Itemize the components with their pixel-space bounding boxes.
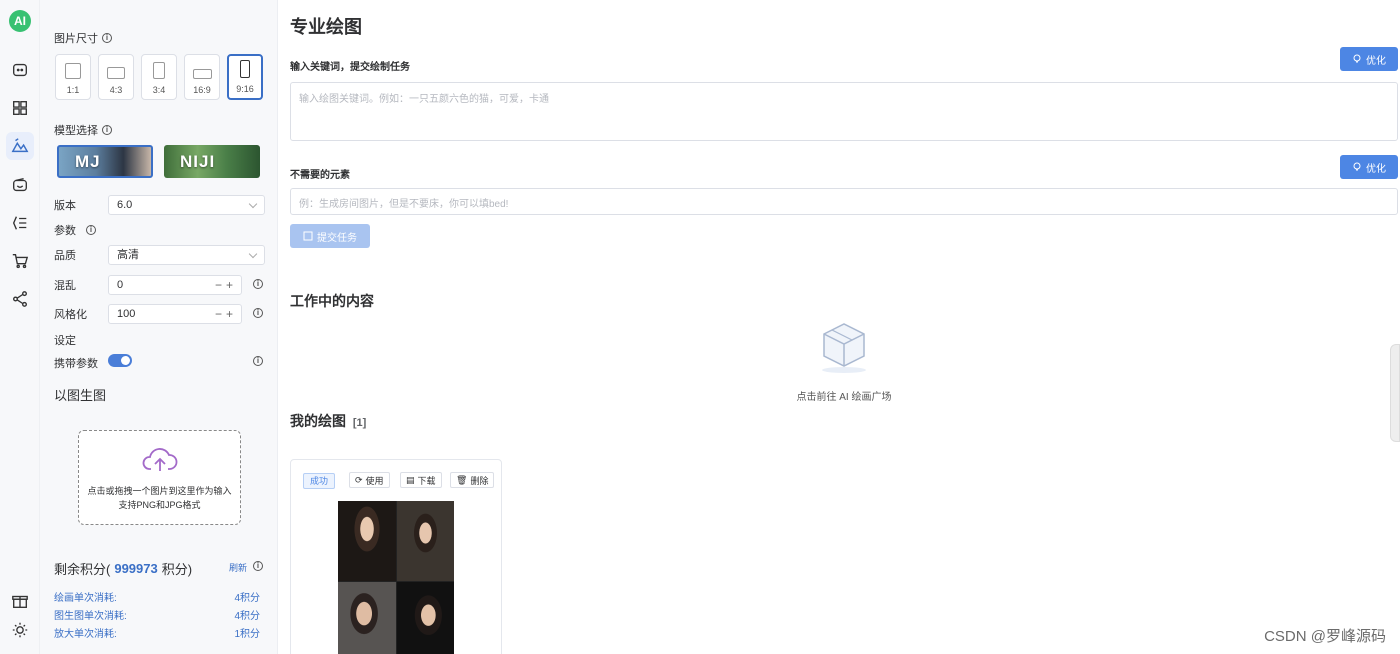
settings-panel: 图片尺寸 i 1:1 4:3 3:4 16:9 9:16 模型选择 i MJ NIJ… [40, 0, 278, 654]
cart-icon[interactable] [6, 247, 34, 275]
stepper-icon: −+ [214, 278, 237, 292]
params-label: 参数 i [54, 222, 96, 238]
drawing-icon[interactable] [6, 132, 34, 160]
quality-select[interactable]: 高清 [108, 245, 265, 265]
stepper-icon: −+ [214, 307, 237, 321]
trash-icon: 🗑 [456, 474, 468, 485]
image-size-label: 图片尺寸 i [54, 30, 112, 46]
portrait-image [396, 501, 454, 581]
info-icon[interactable]: i [253, 561, 263, 571]
info-icon[interactable]: i [253, 279, 263, 289]
ratio-shape-icon [107, 67, 125, 79]
carry-params-label: 携带参数 [54, 358, 98, 370]
my-drawings-count: [1] [352, 417, 367, 429]
img2img-title: 以图生图 [54, 388, 107, 403]
portrait-image [338, 581, 396, 654]
info-icon[interactable]: i [102, 33, 112, 43]
portrait-image [396, 581, 454, 654]
lightbulb-icon [1353, 162, 1361, 171]
ratio-shape-icon [192, 69, 212, 79]
floating-side-widget[interactable] [1390, 344, 1400, 442]
chaos-row: 混乱 0 −+ [54, 275, 265, 295]
submit-icon [303, 231, 313, 241]
main-content: 专业绘图 输入关键词，提交绘制任务 优化 输入绘图关键词。例如：一只五颜六色的猫… [278, 0, 1400, 654]
refresh-link[interactable]: 刷新 [229, 561, 247, 574]
version-row: 版本 6.0 [54, 195, 265, 215]
lightbulb-icon [1353, 54, 1361, 63]
chevron-down-icon [248, 249, 258, 259]
cost-row: 图生图单次消耗: 4积分 [54, 611, 260, 622]
app-logo[interactable]: AI [9, 10, 31, 32]
portrait-image [338, 501, 396, 581]
prompt-label: 输入关键词，提交绘制任务 [290, 62, 410, 73]
delete-button[interactable]: 🗑 删除 [450, 472, 495, 488]
cost-row: 绘画单次消耗: 4积分 [54, 593, 260, 604]
cloud-upload-icon [142, 448, 177, 471]
info-icon[interactable]: i [253, 356, 263, 366]
prompt-input[interactable]: 输入绘图关键词。例如：一只五颜六色的猫，可爱，卡通 [290, 82, 1398, 141]
use-button[interactable]: ⟳ 使用 [349, 472, 390, 488]
watermark: CSDN @罗峰源码 [1264, 628, 1386, 645]
ratio-16-9[interactable]: 16:9 [184, 54, 220, 100]
generated-image-thumbnail[interactable] [338, 501, 454, 654]
carry-params-toggle[interactable] [108, 354, 132, 367]
chat-icon[interactable] [6, 56, 34, 84]
config-label: 设定 [54, 335, 76, 347]
ratio-shape-icon [240, 60, 250, 78]
remaining-points: 剩余积分(999973 积分) [54, 561, 193, 577]
share-icon[interactable] [6, 285, 34, 313]
status-badge: 成功 [303, 473, 336, 489]
wallet-icon[interactable] [6, 171, 34, 199]
theme-sun-icon[interactable] [6, 616, 34, 644]
model-select-label: 模型选择 i [54, 122, 112, 138]
cost-row: 放大单次消耗: 1积分 [54, 629, 260, 640]
my-drawings-title: 我的绘图 [1] [290, 413, 367, 429]
model-mj-card[interactable]: MJ [57, 145, 153, 178]
working-section-title: 工作中的内容 [290, 293, 374, 309]
stylize-row: 风格化 100 −+ [54, 304, 265, 324]
apps-grid-icon[interactable] [6, 94, 34, 122]
file-icon: ▤ [406, 474, 415, 485]
submit-task-button[interactable]: 提交任务 [290, 224, 370, 248]
optimize-negative-button[interactable]: 优化 [1340, 155, 1398, 179]
quality-row: 品质 高清 [54, 245, 265, 265]
download-button[interactable]: ▤ 下载 [400, 472, 442, 488]
optimize-prompt-button[interactable]: 优化 [1340, 47, 1398, 71]
chevron-down-icon [248, 199, 258, 209]
upload-hint-line2: 支持PNG和JPG格式 [118, 500, 201, 510]
ratio-shape-icon [65, 63, 81, 79]
list-tree-icon[interactable] [6, 209, 34, 237]
negative-label: 不需要的元素 [290, 170, 350, 181]
points-value: 999973 [114, 561, 158, 576]
page-title: 专业绘图 [290, 17, 362, 37]
upload-hint-line1: 点击或拖拽一个图片到这里作为输入 [87, 486, 232, 496]
image-upload-dropzone[interactable]: 点击或拖拽一个图片到这里作为输入 支持PNG和JPG格式 [78, 430, 241, 525]
ratio-1-1[interactable]: 1:1 [55, 54, 91, 100]
gift-icon[interactable] [6, 587, 34, 615]
ratio-4-3[interactable]: 4:3 [98, 54, 134, 100]
info-icon[interactable]: i [86, 225, 96, 235]
chaos-input[interactable]: 0 −+ [108, 275, 242, 295]
info-icon[interactable]: i [253, 308, 263, 318]
ratio-9-16[interactable]: 9:16 [227, 54, 263, 100]
info-icon[interactable]: i [102, 125, 112, 135]
negative-input[interactable]: 例：生成房间图片，但是不要床，你可以填bed! [290, 188, 1398, 215]
empty-box-icon [822, 323, 866, 373]
stylize-input[interactable]: 100 −+ [108, 304, 242, 324]
ratio-3-4[interactable]: 3:4 [141, 54, 177, 100]
ratio-shape-icon [153, 62, 165, 79]
drawing-card: 成功 ⟳ 使用 ▤ 下载 🗑 删除 [290, 459, 502, 654]
model-niji-card[interactable]: NIJI [164, 145, 260, 178]
icon-rail: AI [0, 0, 40, 654]
version-select[interactable]: 6.0 [108, 195, 265, 215]
go-to-gallery-link[interactable]: 点击前往 AI 绘画广场 [744, 388, 944, 403]
use-icon: ⟳ [355, 474, 363, 485]
